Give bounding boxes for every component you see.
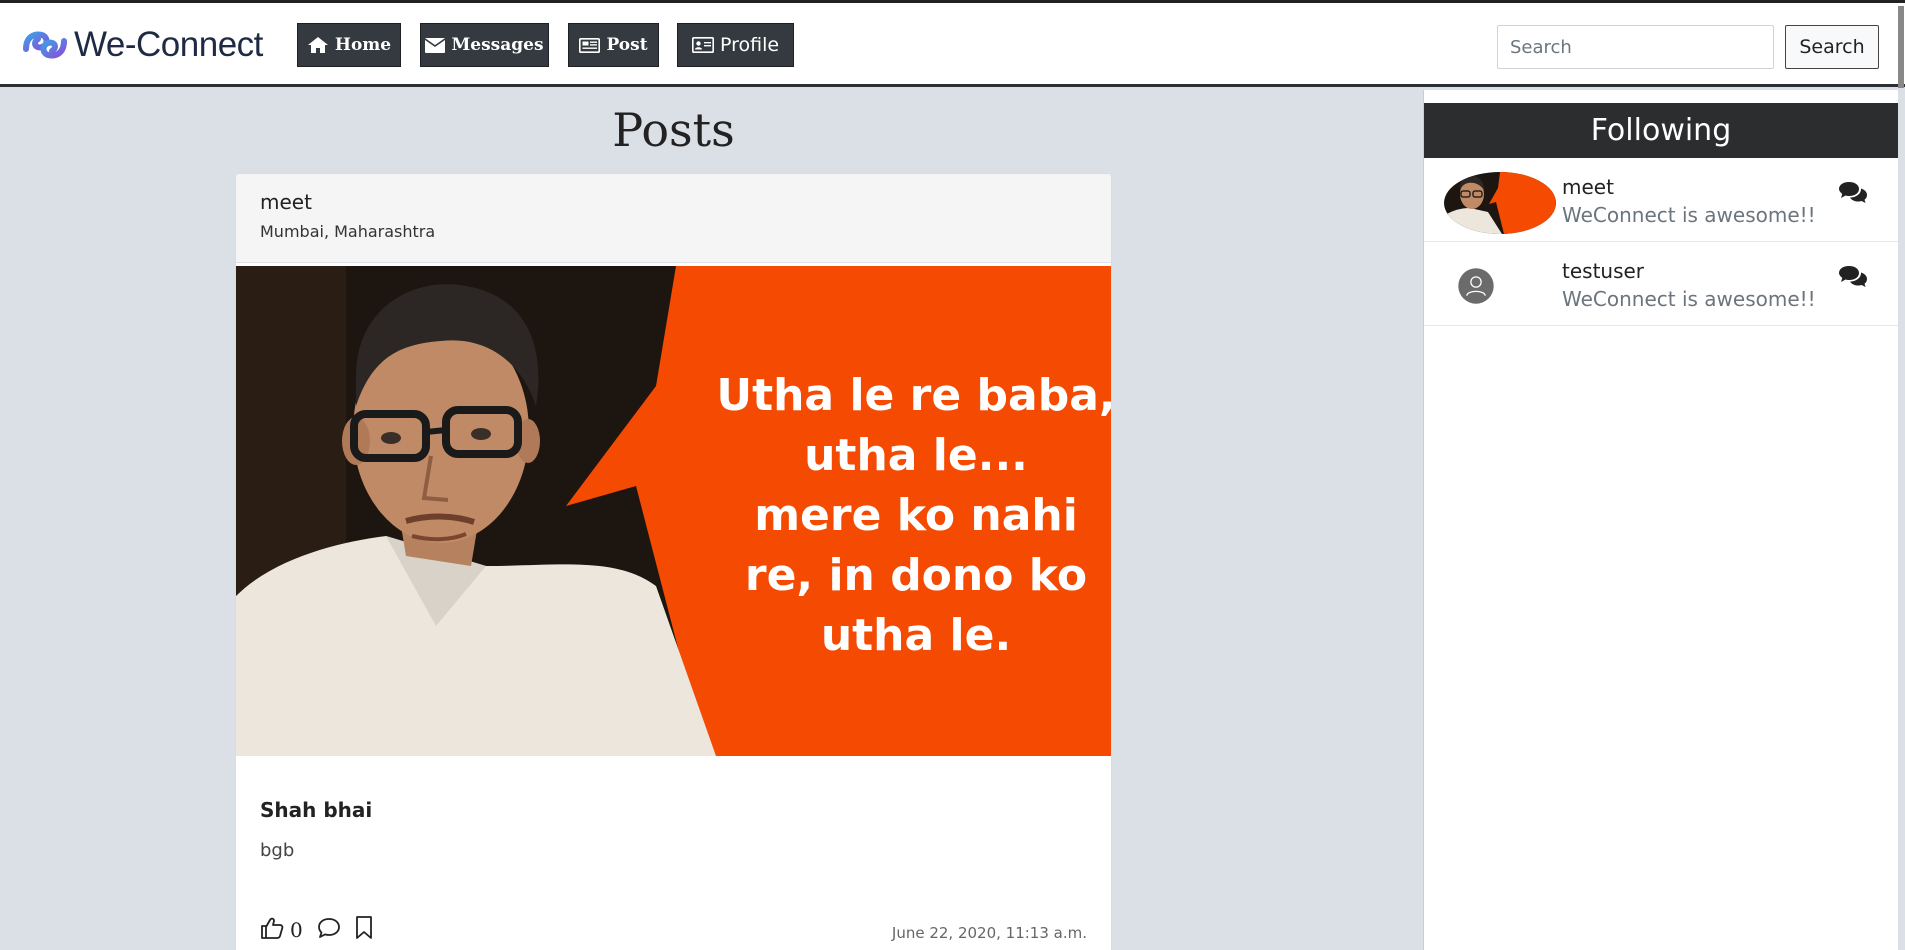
like-count: 0	[290, 918, 303, 942]
following-heading: Following	[1424, 103, 1898, 158]
search-button[interactable]: Search	[1785, 25, 1879, 69]
post-actions: 0	[260, 916, 373, 944]
following-item-meet[interactable]: meet WeConnect is awesome!!	[1424, 158, 1898, 242]
envelope-icon	[425, 37, 446, 53]
post-button[interactable]: Post	[568, 23, 659, 67]
messages-button[interactable]: Messages	[420, 23, 549, 67]
post-location: Mumbai, Maharashtra	[260, 222, 436, 241]
following-sidebar: Following meet WeConnect is awesome!! te…	[1423, 90, 1898, 950]
chat-icon[interactable]	[1838, 180, 1868, 208]
following-name[interactable]: testuser	[1562, 259, 1644, 283]
home-label: Home	[334, 35, 392, 55]
post-timestamp: June 22, 2020, 11:13 a.m.	[891, 924, 1087, 942]
id-card-icon	[691, 37, 714, 53]
newspaper-icon	[579, 37, 601, 53]
post-card: meet Mumbai, Maharashtra Utha le re baba…	[235, 173, 1112, 950]
post-header: meet Mumbai, Maharashtra	[236, 174, 1111, 263]
following-name[interactable]: meet	[1562, 175, 1614, 199]
brand-name: We-Connect	[74, 25, 263, 64]
avatar	[1458, 268, 1494, 304]
meme-line-1: Utha le re baba,	[716, 370, 1112, 421]
posts-heading: Posts	[612, 103, 735, 157]
chat-icon[interactable]	[1838, 264, 1868, 292]
following-item-testuser[interactable]: testuser WeConnect is awesome!!	[1424, 242, 1898, 326]
meme-line-3: mere ko nahi	[754, 490, 1078, 541]
messages-label: Messages	[451, 35, 544, 55]
bookmark-icon[interactable]	[355, 916, 373, 944]
avatar	[1444, 172, 1556, 234]
meme-line-2: utha le...	[804, 430, 1028, 481]
brand-logo[interactable]: We-Connect	[20, 25, 263, 65]
following-status: WeConnect is awesome!!	[1562, 287, 1816, 311]
we-connect-logo-icon	[23, 31, 67, 59]
meme-line-5: utha le.	[821, 610, 1011, 661]
meme-line-4: re, in dono ko	[745, 550, 1087, 601]
navbar: We-Connect Home Messages Post Profile Se…	[0, 3, 1905, 88]
post-author[interactable]: meet	[260, 190, 1087, 214]
search-input[interactable]	[1497, 25, 1774, 69]
post-image: Utha le re baba, utha le... mere ko nahi…	[236, 266, 1112, 756]
home-button[interactable]: Home	[297, 23, 401, 67]
following-status: WeConnect is awesome!!	[1562, 203, 1816, 227]
profile-button[interactable]: Profile	[677, 23, 794, 67]
post-body: bgb	[260, 840, 295, 861]
profile-label: Profile	[719, 34, 780, 56]
post-title: Shah bhai	[260, 798, 373, 822]
like-icon[interactable]	[260, 916, 284, 944]
comment-icon[interactable]	[317, 917, 341, 943]
post-label: Post	[606, 35, 648, 55]
scrollbar[interactable]	[1898, 6, 1904, 88]
home-icon	[307, 36, 329, 54]
